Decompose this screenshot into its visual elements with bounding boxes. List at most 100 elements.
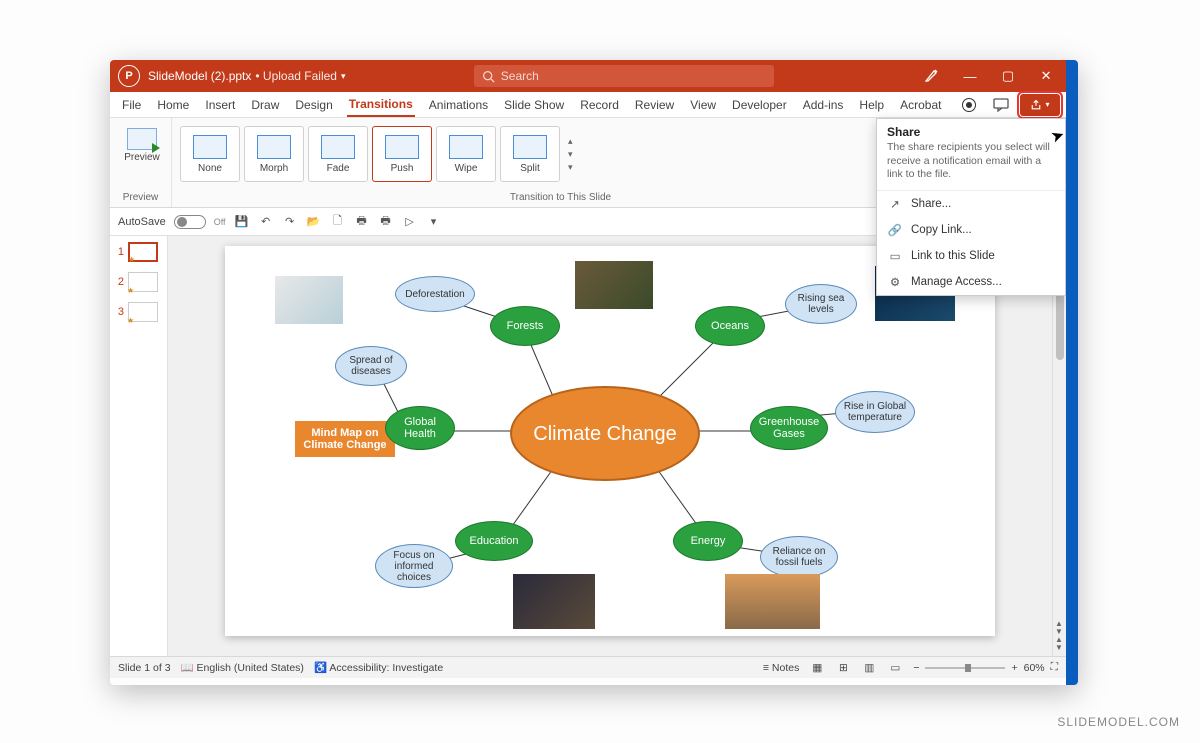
tab-view[interactable]: View xyxy=(688,94,718,116)
transition-group-label: Transition to This Slide xyxy=(180,192,941,205)
upload-status[interactable]: • Upload Failed xyxy=(255,69,337,83)
tab-file[interactable]: File xyxy=(120,94,143,116)
image-placeholder-1 xyxy=(275,276,343,324)
node-deforestation: Deforestation xyxy=(395,276,475,312)
autosave-state: Off xyxy=(214,217,226,227)
transition-icon xyxy=(193,135,227,159)
autosave-toggle[interactable] xyxy=(174,215,206,229)
transitions-more[interactable]: ▴▾▾ xyxy=(564,126,580,182)
coming-soon-icon[interactable] xyxy=(920,67,944,86)
zoom-out-button[interactable]: − xyxy=(913,662,919,674)
printpreview-icon[interactable]: 🖶 xyxy=(378,214,394,230)
zoom-level[interactable]: 60% xyxy=(1024,662,1045,674)
tab-design[interactable]: Design xyxy=(293,94,334,116)
image-placeholder-2 xyxy=(575,261,653,309)
node-temp: Rise in Global temperature xyxy=(835,391,915,433)
share-item-share[interactable]: ↗Share... xyxy=(877,191,1065,217)
transition-fade[interactable]: Fade xyxy=(308,126,368,182)
quickprint-icon[interactable]: 🖶 xyxy=(354,214,370,230)
title-box: Mind Map onClimate Change xyxy=(295,421,395,457)
zoom-in-button[interactable]: + xyxy=(1011,662,1017,674)
node-diseases: Spread of diseases xyxy=(335,346,407,386)
redo-icon[interactable]: ↷ xyxy=(282,214,298,230)
preview-label: Preview xyxy=(124,152,160,163)
thumbnail-2[interactable]: 2★ xyxy=(114,272,163,292)
maximize-button[interactable]: ▢ xyxy=(996,68,1020,84)
share-item-copylink[interactable]: 🔗Copy Link... xyxy=(877,217,1065,243)
slide-link-icon: ▭ xyxy=(887,249,903,263)
share-item-manage[interactable]: ⚙Manage Access... xyxy=(877,269,1065,295)
share-menu-desc: The share recipients you select will rec… xyxy=(877,141,1065,191)
transition-none[interactable]: None xyxy=(180,126,240,182)
tab-help[interactable]: Help xyxy=(857,94,886,116)
watermark: SLIDEMODEL.COM xyxy=(1057,715,1180,729)
transition-wipe[interactable]: Wipe xyxy=(436,126,496,182)
transition-icon xyxy=(321,135,355,159)
node-rising-sea: Rising sea levels xyxy=(785,284,857,324)
share-menu: Share The share recipients you select wi… xyxy=(876,118,1066,296)
tab-addins[interactable]: Add-ins xyxy=(801,94,846,116)
fit-button[interactable]: ⛶ xyxy=(1051,661,1058,674)
zoom-slider[interactable] xyxy=(925,667,1005,669)
share-item-linkslide[interactable]: ▭Link to this Slide xyxy=(877,243,1065,269)
transition-push[interactable]: Push xyxy=(372,126,432,182)
node-choices: Focus on informed choices xyxy=(375,544,453,588)
normal-view-icon[interactable]: ▦ xyxy=(809,662,825,674)
save-icon[interactable]: 💾 xyxy=(234,214,250,230)
gear-icon: ⚙ xyxy=(887,275,903,289)
vertical-scrollbar[interactable]: ▲▼▲▼ xyxy=(1052,236,1066,656)
tab-draw[interactable]: Draw xyxy=(249,94,281,116)
transition-icon xyxy=(385,135,419,159)
tab-review[interactable]: Review xyxy=(633,94,676,116)
slide-counter[interactable]: Slide 1 of 3 xyxy=(118,662,171,674)
comments-button[interactable] xyxy=(988,95,1014,115)
link-icon: 🔗 xyxy=(887,223,903,237)
close-button[interactable]: ✕ xyxy=(1034,68,1058,84)
powerpoint-icon: P xyxy=(118,65,140,87)
tab-animations[interactable]: Animations xyxy=(427,94,490,116)
preview-group-label: Preview xyxy=(118,192,163,205)
new-icon[interactable]: 🗋 xyxy=(330,214,346,230)
tab-transitions[interactable]: Transitions xyxy=(347,93,415,117)
accessibility-status[interactable]: ♿ Accessibility: Investigate xyxy=(314,661,443,674)
node-oceans: Oceans xyxy=(695,306,765,346)
node-center: Climate Change xyxy=(510,386,700,481)
node-gases: Greenhouse Gases xyxy=(750,406,828,450)
sorter-view-icon[interactable]: ⊞ xyxy=(835,662,851,674)
statusbar: Slide 1 of 3 📖 English (United States) ♿… xyxy=(110,656,1066,678)
node-forests: Forests xyxy=(490,306,560,346)
language-status[interactable]: 📖 English (United States) xyxy=(181,661,304,674)
preview-button[interactable]: Preview xyxy=(118,122,166,163)
slideshow-icon[interactable]: ▷ xyxy=(402,214,418,230)
notes-button[interactable]: ≡ Notes xyxy=(763,662,799,674)
minimize-button[interactable]: — xyxy=(958,69,982,84)
share-button[interactable]: ▾ xyxy=(1020,94,1060,116)
slide-canvas[interactable]: Mind Map onClimate Change Climate Change… xyxy=(168,236,1052,656)
tab-record[interactable]: Record xyxy=(578,94,621,116)
transition-icon xyxy=(513,135,547,159)
image-placeholder-5 xyxy=(725,574,820,629)
reading-view-icon[interactable]: ▥ xyxy=(861,662,877,674)
share-arrow-icon: ↗ xyxy=(887,197,903,211)
tab-developer[interactable]: Developer xyxy=(730,94,789,116)
autosave-label: AutoSave xyxy=(118,216,166,228)
tab-slideshow[interactable]: Slide Show xyxy=(502,94,566,116)
more-icon[interactable]: ▾ xyxy=(426,214,442,230)
tab-acrobat[interactable]: Acrobat xyxy=(898,94,943,116)
camera-button[interactable] xyxy=(956,95,982,115)
transition-morph[interactable]: Morph xyxy=(244,126,304,182)
filename-chevron-icon[interactable]: ▾ xyxy=(341,71,346,82)
search-input[interactable]: Search xyxy=(474,65,774,87)
thumbnail-1[interactable]: 1★ xyxy=(114,242,163,262)
transition-split[interactable]: Split xyxy=(500,126,560,182)
preview-icon xyxy=(127,128,157,150)
undo-icon[interactable]: ↶ xyxy=(258,214,274,230)
ribbon-tabs: File Home Insert Draw Design Transitions… xyxy=(110,92,1066,118)
open-icon[interactable]: 📂 xyxy=(306,214,322,230)
tab-home[interactable]: Home xyxy=(155,94,191,116)
powerpoint-window: P SlideModel (2).pptx • Upload Failed ▾ … xyxy=(110,60,1078,685)
slideshow-view-icon[interactable]: ▭ xyxy=(887,662,903,674)
share-menu-title: Share xyxy=(877,119,1065,141)
thumbnail-3[interactable]: 3★ xyxy=(114,302,163,322)
tab-insert[interactable]: Insert xyxy=(203,94,237,116)
